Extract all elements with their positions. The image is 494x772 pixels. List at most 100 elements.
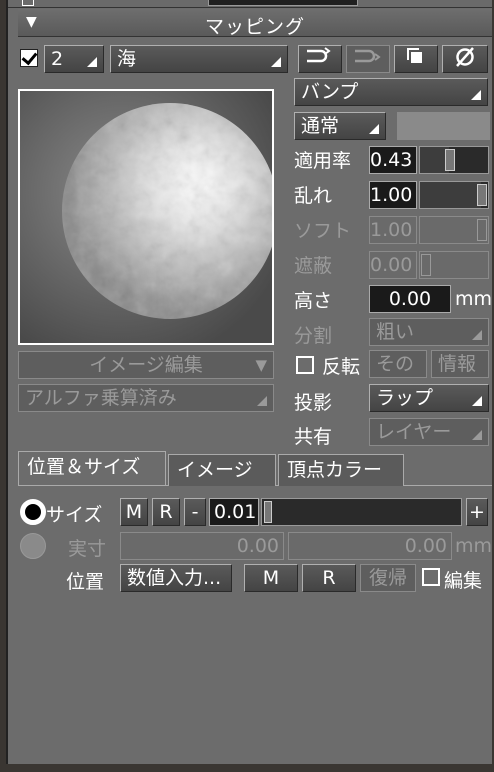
numeric-input-label: 数値入力... [127, 567, 222, 589]
tab-image-label: イメージ [177, 459, 253, 481]
projection-value: ラップ [376, 387, 434, 409]
turbulence-knob[interactable] [477, 184, 487, 206]
position-r-label: R [322, 567, 336, 589]
turbulence-label: 乱れ [294, 185, 333, 207]
share-dropdown: レイヤー [369, 418, 489, 446]
unlink-icon [355, 49, 381, 63]
division-dropdown: 粗い [369, 318, 489, 346]
numeric-input-button[interactable]: 数値入力... [120, 564, 232, 592]
clear-icon-button[interactable] [442, 45, 488, 73]
dropdown-arrow-icon [472, 396, 482, 406]
section-title: マッピング [204, 16, 305, 38]
position-r-button[interactable]: R [302, 564, 356, 592]
unlink-icon-button[interactable] [346, 45, 390, 73]
actual-size-field-1: 0.00 [120, 532, 284, 560]
flip-other-button: その [369, 350, 427, 378]
position-label: 位置 [66, 571, 105, 593]
soft-field: 1.00 [369, 216, 417, 244]
tab-position-size-label: 位置＆サイズ [27, 456, 141, 478]
collapsed-checkbox[interactable] [22, 0, 34, 6]
layer-enable-checkbox[interactable] [20, 49, 38, 67]
actual-size-unit: mm [455, 535, 492, 557]
position-m-label: M [262, 567, 280, 589]
turbulence-fill [420, 182, 481, 208]
material-name: 海 [117, 48, 137, 70]
actual-size-radio[interactable] [20, 533, 46, 559]
tab-image[interactable]: イメージ [168, 454, 276, 486]
dropdown-arrow-icon [369, 124, 379, 134]
size-field[interactable]: 0.01 [209, 498, 259, 526]
dropdown-arrow-icon [472, 430, 482, 440]
section-header[interactable]: ▼ マッピング [18, 9, 492, 38]
size-r-button[interactable]: R [152, 498, 180, 526]
texture-preview-image [20, 91, 272, 343]
size-label: サイズ [46, 504, 103, 526]
size-minus-button[interactable]: - [184, 498, 206, 526]
color-swatch[interactable] [397, 112, 490, 140]
image-edit-label: イメージ編集 [89, 354, 203, 376]
size-m-label: M [125, 501, 143, 523]
size-slider-knob[interactable] [264, 501, 272, 523]
tab-position-size[interactable]: 位置＆サイズ [18, 451, 166, 485]
link-icon-button[interactable] [298, 45, 342, 73]
map-type-value: バンプ [301, 81, 359, 103]
dropdown-arrow-icon [87, 57, 97, 67]
division-label: 分割 [294, 325, 333, 347]
size-plus-label: + [469, 501, 485, 523]
dropdown-arrow-icon [271, 57, 281, 67]
alpha-premultiplied-label: アルファ乗算済み [25, 387, 177, 409]
projection-label: 投影 [294, 392, 333, 414]
projection-dropdown[interactable]: ラップ [369, 384, 489, 412]
flip-checkbox[interactable] [296, 356, 314, 374]
actual-size-label: 実寸 [68, 538, 107, 560]
mapping-panel: ▼ マッピング 2 海 バンプ 通常 適用率 0.43 乱れ 1.00 ソフト … [6, 0, 492, 764]
layer-number-dropdown[interactable]: 2 [44, 45, 104, 73]
top-strip [8, 0, 492, 8]
soft-label: ソフト [294, 220, 352, 242]
info-button: 情報 [431, 350, 489, 378]
triangle-down-icon: ▼ [255, 356, 267, 374]
dropdown-arrow-icon [471, 90, 481, 100]
restore-button: 復帰 [360, 564, 416, 592]
edit-checkbox[interactable] [422, 568, 440, 586]
share-label: 共有 [294, 426, 333, 448]
tab-vertex-color[interactable]: 頂点カラー [278, 454, 404, 486]
copy-icon [407, 48, 422, 63]
apply-rate-knob[interactable] [445, 149, 455, 171]
material-dropdown[interactable]: 海 [110, 45, 288, 73]
occlusion-label: 遮蔽 [294, 255, 333, 277]
image-edit-button: イメージ編集 ▼ [18, 351, 274, 379]
position-m-button[interactable]: M [244, 564, 298, 592]
map-type-dropdown[interactable]: バンプ [294, 78, 488, 106]
edit-label: 編集 [444, 570, 483, 592]
turbulence-slider[interactable] [419, 181, 489, 209]
tab-vertex-color-label: 頂点カラー [287, 459, 383, 481]
share-value: レイヤー [376, 421, 452, 443]
soft-slider [419, 216, 489, 244]
size-plus-button[interactable]: + [466, 498, 488, 526]
soft-knob [477, 219, 487, 241]
apply-rate-field[interactable]: 0.43 [369, 146, 417, 174]
flip-other-label: その [376, 353, 415, 375]
empty-set-icon [456, 47, 474, 67]
size-slider[interactable] [261, 498, 462, 526]
blend-mode-dropdown[interactable]: 通常 [294, 112, 386, 140]
size-minus-label: - [191, 501, 199, 523]
apply-rate-label: 適用率 [294, 150, 352, 172]
layer-number: 2 [51, 48, 64, 70]
dropdown-arrow-icon [472, 330, 482, 340]
restore-label: 復帰 [368, 567, 407, 589]
height-unit: mm [455, 288, 492, 310]
turbulence-field[interactable]: 1.00 [369, 181, 417, 209]
copy-icon-button[interactable] [394, 45, 438, 73]
size-radio[interactable] [20, 499, 46, 525]
size-m-button[interactable]: M [120, 498, 148, 526]
apply-rate-slider[interactable] [419, 146, 489, 174]
height-label: 高さ [294, 290, 333, 312]
occlusion-field: 0.00 [369, 251, 417, 279]
dropdown-arrow-icon [257, 396, 267, 406]
height-field[interactable]: 0.00 [369, 285, 451, 313]
alpha-premultiplied-dropdown: アルファ乗算済み [18, 384, 274, 412]
blend-mode-value: 通常 [301, 115, 340, 137]
actual-size-field-2: 0.00 [288, 532, 452, 560]
